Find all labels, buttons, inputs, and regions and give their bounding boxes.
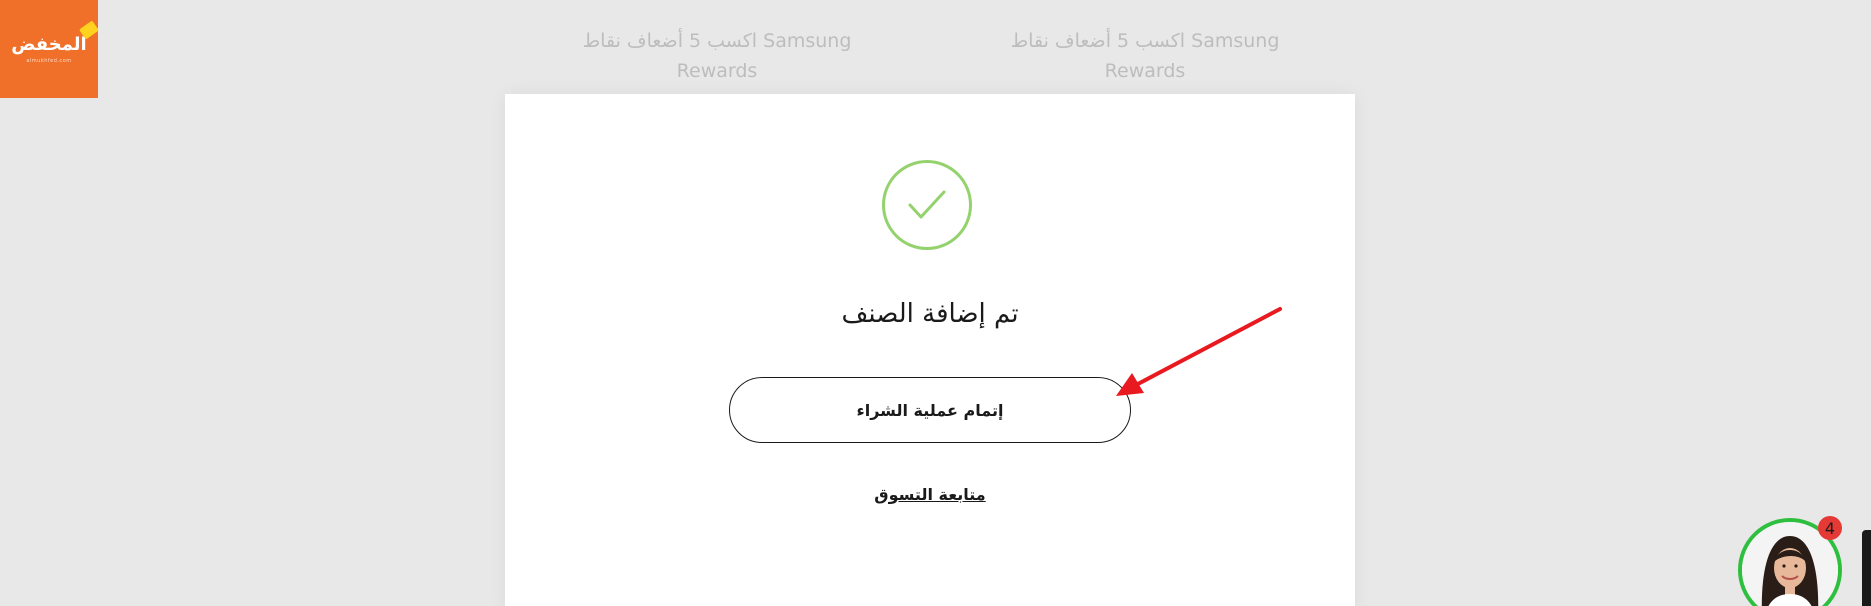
logo-subtext: almukhfed.com [26,58,72,64]
annotation-arrow-icon [1116,307,1282,396]
background-promo: اكسب 5 أضعاف نقاط Samsung Rewards [995,26,1295,86]
success-checkmark-icon [882,160,972,250]
checkmark-icon [908,190,946,219]
promo-line-1: اكسب 5 أضعاف نقاط Samsung [582,30,852,52]
logo-text: المخفض [11,20,99,55]
promo-line-2: Rewards [1104,60,1186,82]
promo-line-1: اكسب 5 أضعاف نقاط Samsung [1010,30,1280,52]
notification-badge: 4 [1818,516,1842,540]
continue-shopping-link[interactable]: متابعة التسوق [505,485,1355,504]
promo-line-2: Rewards [676,60,758,82]
side-feedback-tab[interactable] [1862,530,1871,606]
checkout-button[interactable]: إتمام عملية الشراء [729,377,1131,443]
brand-logo[interactable]: المخفض almukhfed.com [0,0,99,98]
background-promo: اكسب 5 أضعاف نقاط Samsung Rewards [567,26,867,86]
